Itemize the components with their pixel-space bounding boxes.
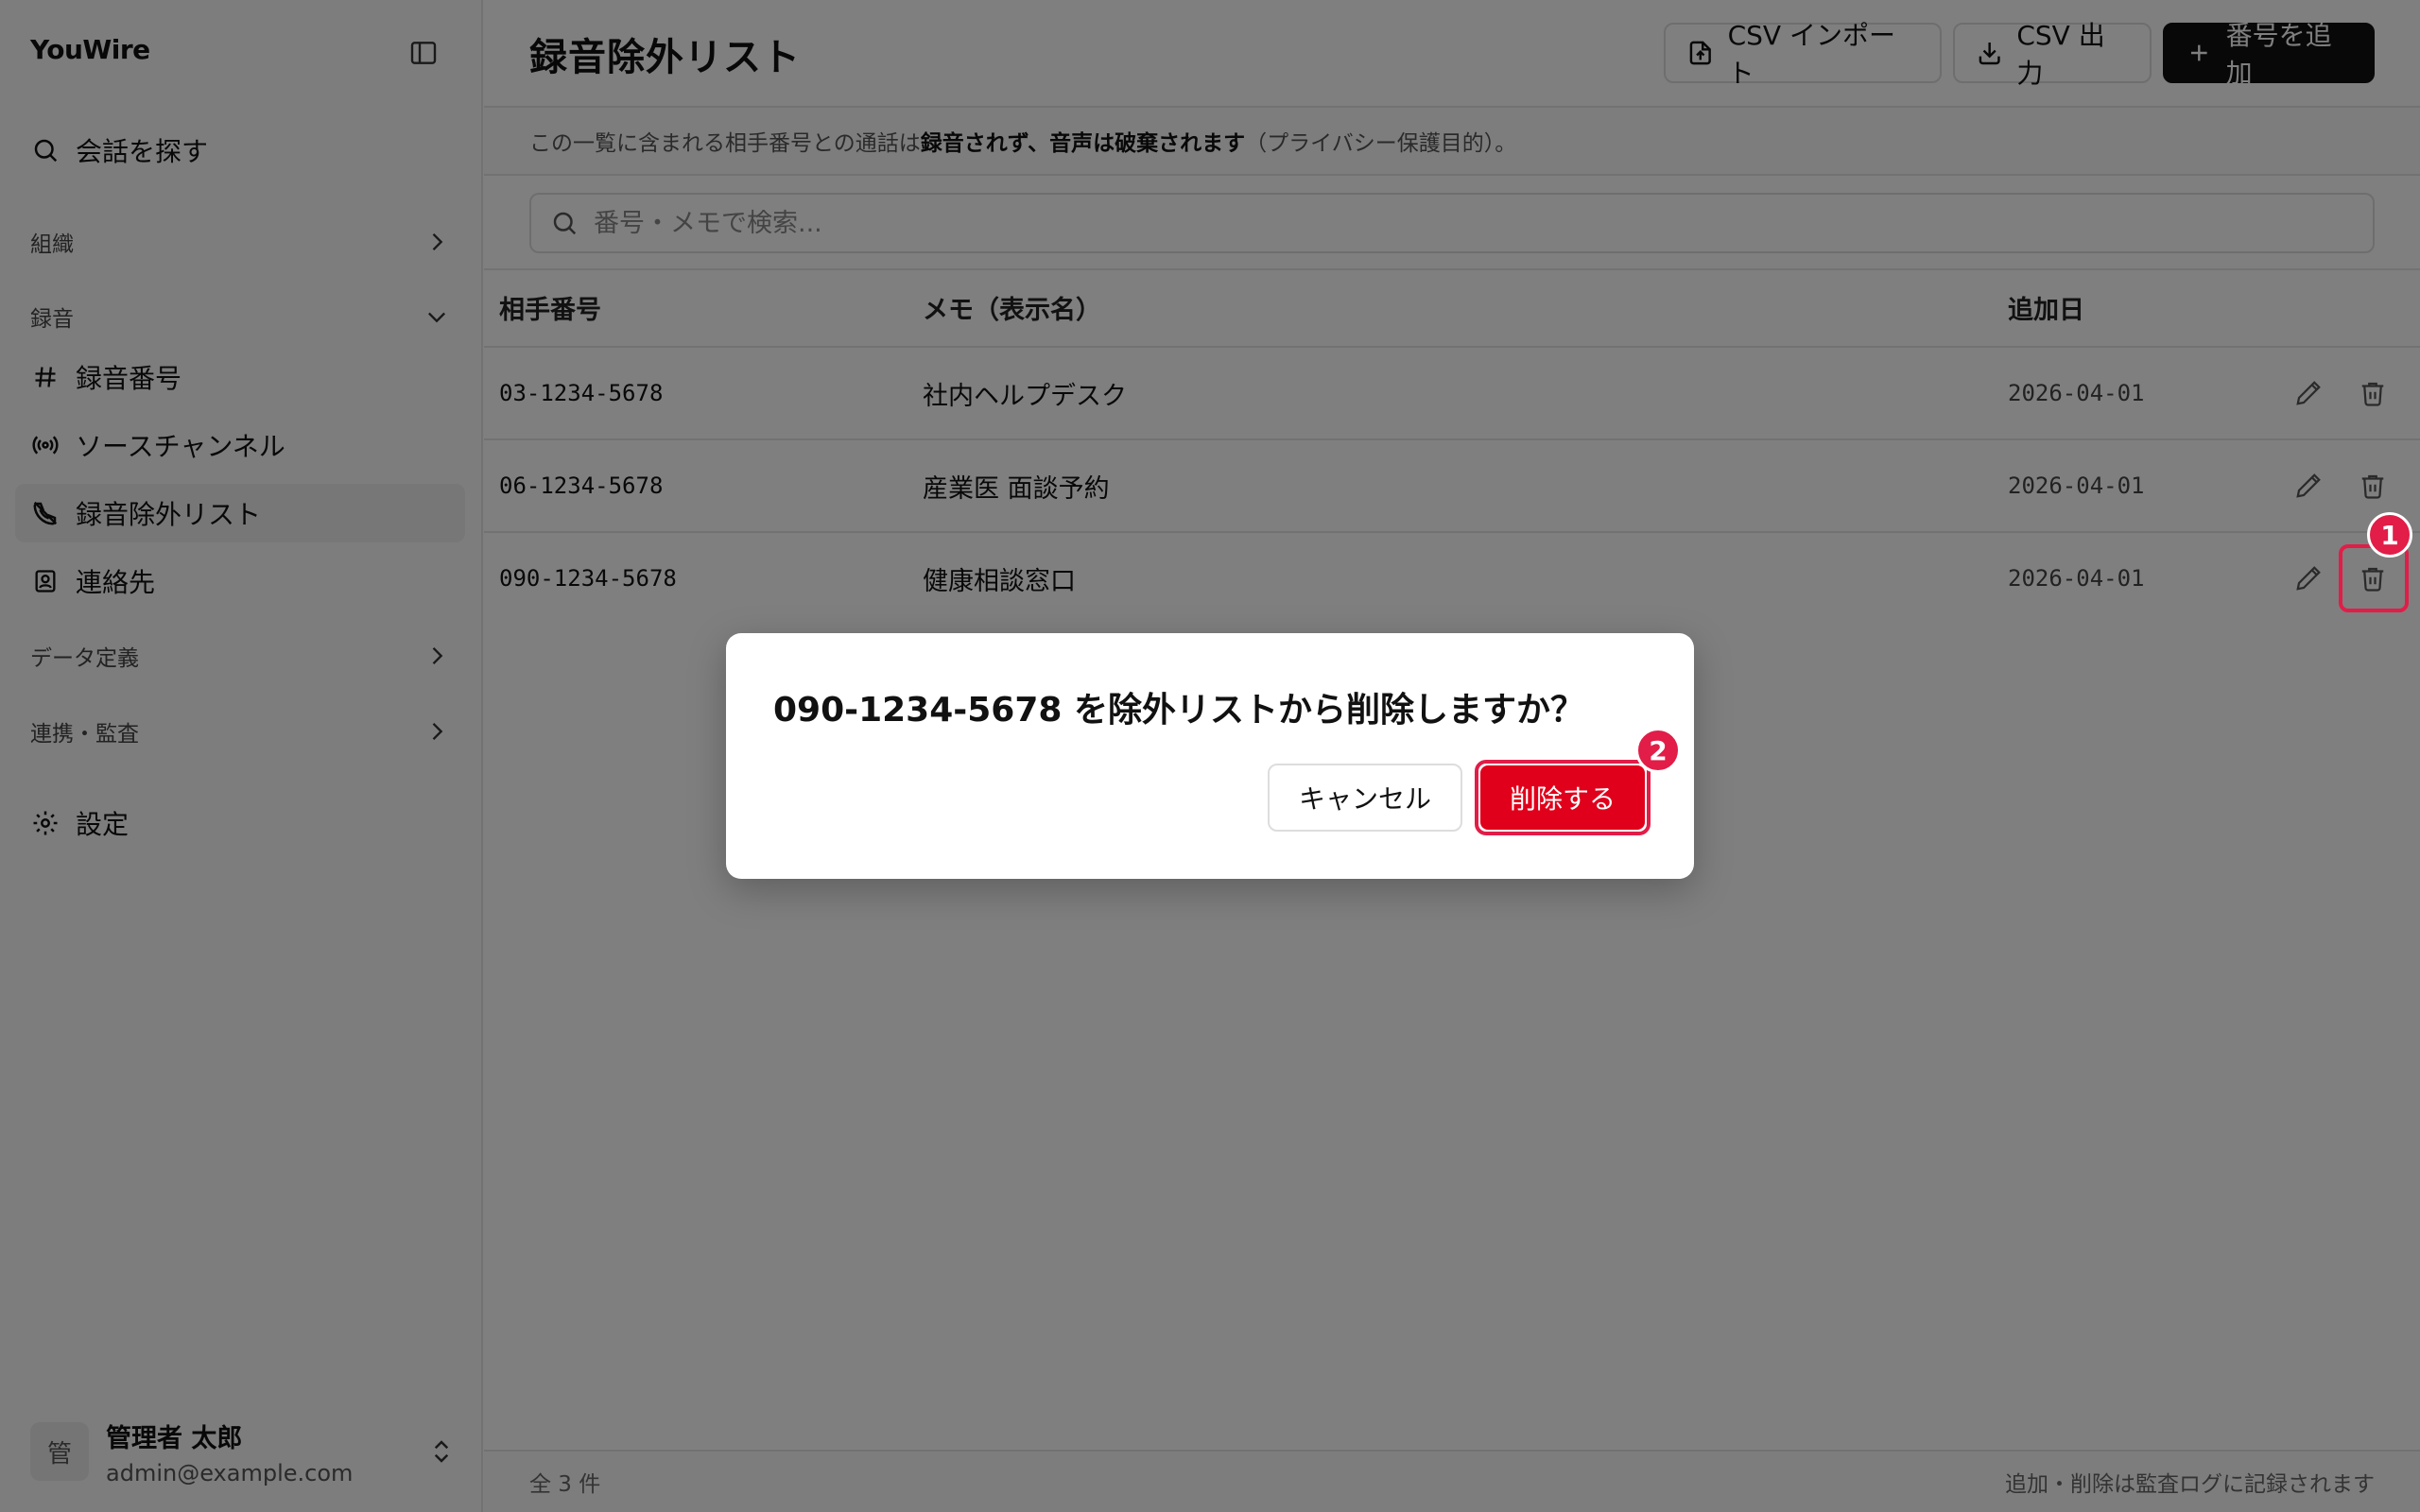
confirm-delete-dialog: 090-1234-5678 を除外リストから削除しますか？ キャンセル 削除する — [726, 633, 1694, 879]
confirm-delete-button[interactable]: 削除する — [1480, 765, 1645, 830]
dialog-title: 090-1234-5678 を除外リストから削除しますか？ — [773, 691, 1584, 730]
annotation-badge-2: 2 — [1635, 728, 1681, 773]
cancel-button[interactable]: キャンセル — [1268, 764, 1462, 832]
annotation-badge-1: 1 — [2367, 512, 2412, 558]
